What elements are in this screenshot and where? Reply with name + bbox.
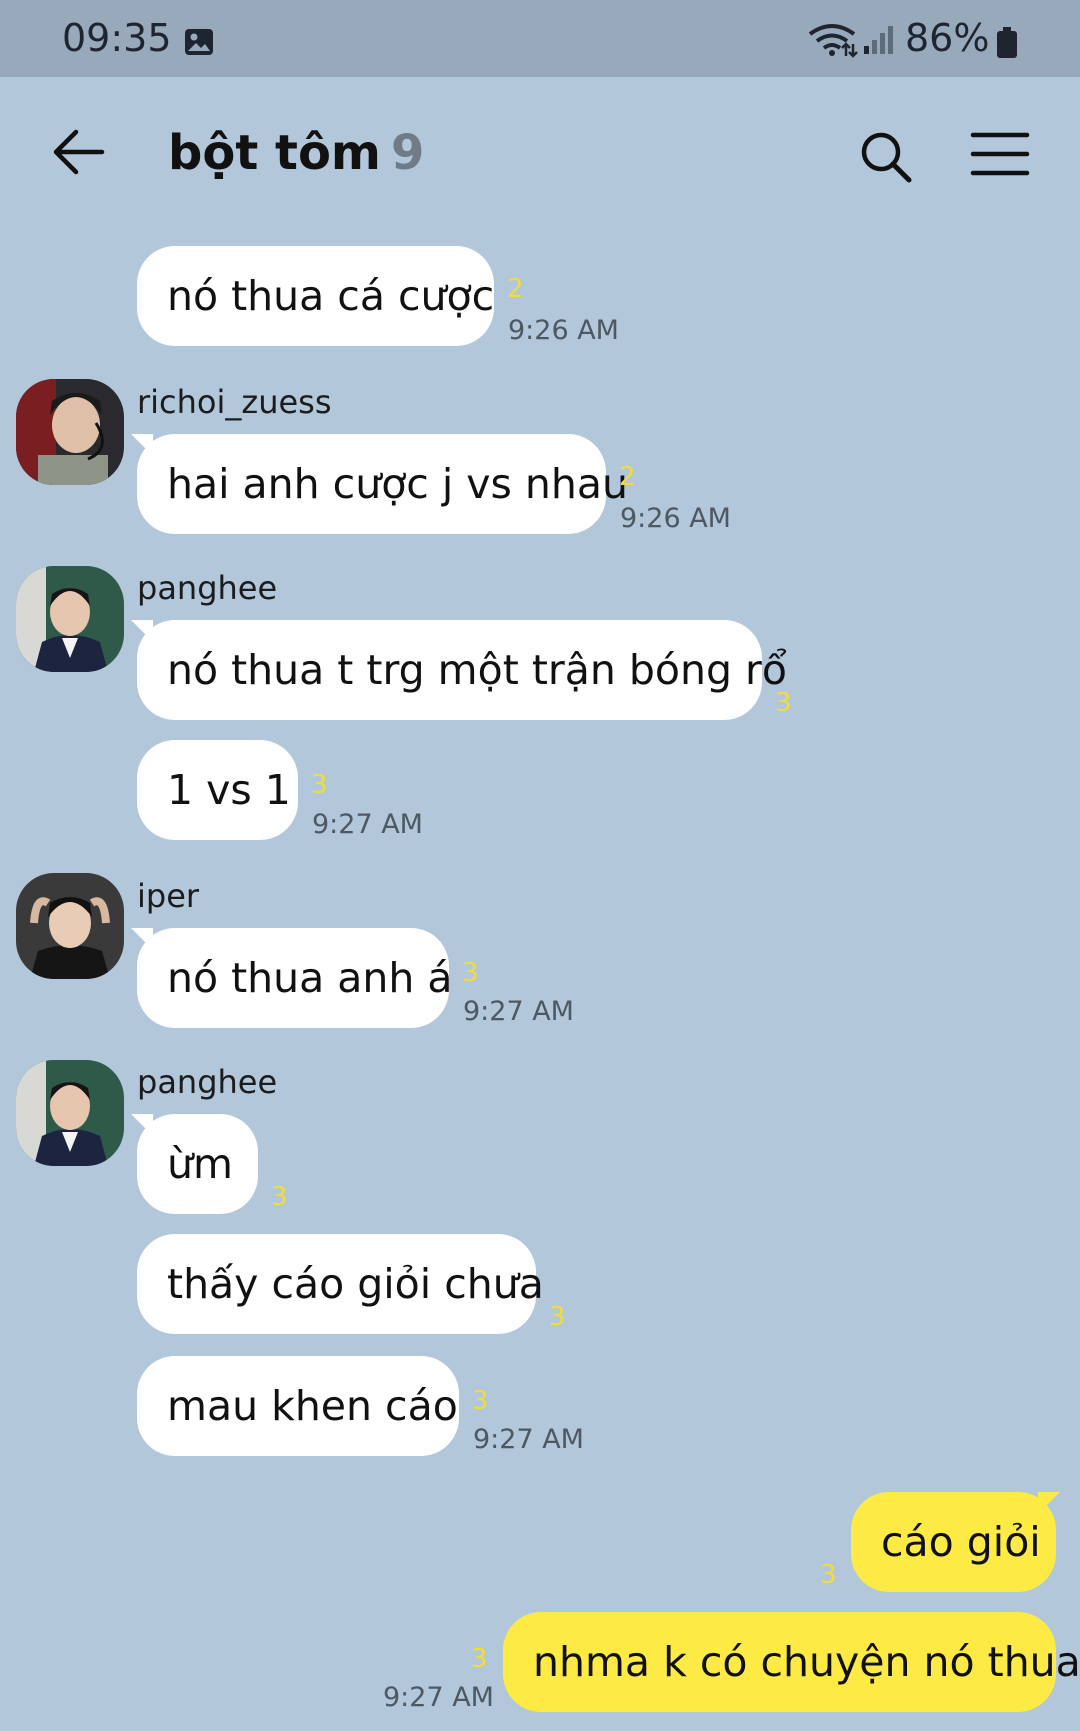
my-message-bubble[interactable]: cáo giỏi [851,1492,1056,1592]
sender-name: panghee [137,569,278,607]
avatar-iper[interactable] [16,873,124,979]
chat-name: bột tôm [168,125,381,181]
wifi-icon [808,24,858,58]
sender-name: panghee [137,1063,278,1101]
battery-icon [997,27,1017,58]
unread-count: 3 [472,1386,489,1416]
unread-count: 3 [311,770,328,800]
avatar-richoi-zuess[interactable] [16,379,124,485]
avatar-photo [16,1060,124,1166]
battery-level: 86% [905,16,990,60]
message-bubble[interactable]: mau khen cáo [137,1356,459,1456]
message-bubble[interactable]: nó thua t trg một trận bóng rổ [137,620,787,720]
chat-header: bột tôm 9 [0,77,1080,237]
menu-icon[interactable] [970,131,1030,177]
message-time: 9:27 AM [312,809,423,840]
message-bubble[interactable]: ừm [137,1114,258,1214]
avatar-photo [16,566,124,672]
unread-count: 2 [619,462,636,492]
message-time: 9:26 AM [508,315,619,346]
avatar-panghee[interactable] [16,566,124,672]
my-message-bubble[interactable]: nhma k có chuyện nó thua [503,1612,1080,1712]
avatar-panghee[interactable] [16,1060,124,1166]
signal-icon [864,26,893,54]
message-bubble[interactable]: 1 vs 1 [137,740,298,840]
status-bar: 09:35 86% [0,0,1080,77]
chat-title: bột tôm 9 [168,125,424,181]
back-arrow-icon[interactable] [52,127,106,177]
status-time: 09:35 [62,16,172,60]
avatar-photo [16,873,124,979]
unread-count: 3 [549,1302,566,1332]
sender-name: richoi_zuess [137,383,332,421]
search-icon[interactable] [858,129,914,185]
avatar-photo [16,379,124,485]
message-bubble[interactable]: nó thua cá cược [137,246,494,346]
unread-count: 3 [462,958,479,988]
message-bubble[interactable]: nó thua anh á [137,928,453,1028]
message-time: 9:27 AM [473,1424,584,1455]
unread-count: 3 [775,688,792,718]
member-count: 9 [390,125,425,181]
unread-count: 3 [471,1644,488,1674]
message-time: 9:27 AM [463,996,574,1027]
unread-count: 3 [820,1560,837,1590]
message-bubble[interactable]: thấy cáo giỏi chưa [137,1234,544,1334]
gallery-notification-icon [185,29,213,55]
message-time: 9:27 AM [383,1682,494,1713]
message-bubble[interactable]: hai anh cược j vs nhau [137,434,628,534]
unread-count: 2 [507,274,524,304]
unread-count: 3 [271,1182,288,1212]
sender-name: iper [137,877,200,915]
message-time: 9:26 AM [620,503,731,534]
